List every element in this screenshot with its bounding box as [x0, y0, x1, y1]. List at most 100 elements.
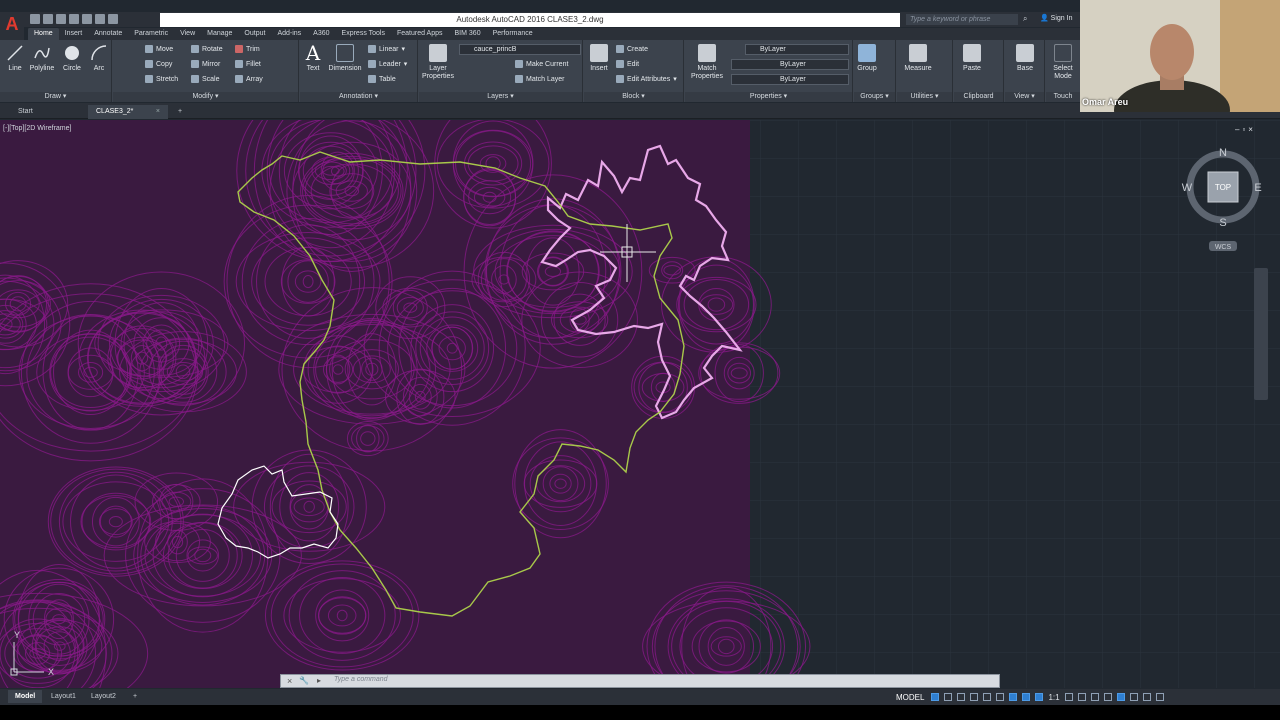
- tab-home[interactable]: Home: [28, 28, 59, 40]
- block-panel-title[interactable]: Block ▾: [584, 92, 683, 102]
- line-button[interactable]: Line: [4, 44, 26, 73]
- properties-panel-title[interactable]: Properties ▾: [685, 92, 852, 102]
- utilities-panel-title[interactable]: Utilities ▾: [897, 92, 952, 102]
- model-space-toggle[interactable]: MODEL: [894, 693, 926, 702]
- dimension-button[interactable]: Dimension: [326, 44, 364, 73]
- command-line[interactable]: × 🔧 ▸: [280, 674, 1000, 688]
- edit-attributes-button[interactable]: Edit Attributes ▾: [616, 75, 677, 83]
- match-properties-button[interactable]: Match Properties: [687, 44, 727, 81]
- tab-start[interactable]: Start: [10, 105, 41, 119]
- linetype-dropdown[interactable]: ByLayer: [731, 59, 849, 70]
- save-as-icon[interactable]: [69, 14, 79, 24]
- undo-icon[interactable]: [95, 14, 105, 24]
- measure-button[interactable]: Measure: [901, 44, 935, 73]
- compass-s[interactable]: S: [1219, 217, 1226, 229]
- polar-toggle-icon[interactable]: [970, 693, 979, 701]
- polyline-button[interactable]: Polyline: [27, 44, 57, 73]
- fillet-button[interactable]: Fillet: [235, 60, 261, 68]
- command-input[interactable]: Type a command: [334, 676, 388, 683]
- customization-icon[interactable]: [1155, 693, 1164, 701]
- tab-insert[interactable]: Insert: [59, 28, 89, 40]
- new-tab-button[interactable]: +: [170, 105, 190, 119]
- arc-button[interactable]: Arc: [88, 44, 110, 73]
- layer-properties-button[interactable]: Layer Properties: [421, 44, 455, 81]
- lineweight-dropdown[interactable]: ByLayer: [731, 74, 849, 85]
- isodraft-toggle-icon[interactable]: [983, 693, 992, 701]
- compass-e[interactable]: E: [1254, 182, 1261, 194]
- tab-bim-360[interactable]: BIM 360: [449, 28, 487, 40]
- workspace-gear-icon[interactable]: [1064, 693, 1073, 701]
- isolate-objects-icon[interactable]: [1116, 693, 1125, 701]
- modify-panel-title[interactable]: Modify ▾: [113, 92, 298, 102]
- tab-performance[interactable]: Performance: [487, 28, 539, 40]
- move-button[interactable]: Move: [145, 45, 173, 53]
- table-button[interactable]: Table: [368, 75, 396, 83]
- print-icon[interactable]: [82, 14, 92, 24]
- insert-button[interactable]: Insert: [586, 44, 612, 73]
- new-icon[interactable]: [30, 14, 40, 24]
- paste-button[interactable]: Paste: [960, 44, 984, 73]
- groups-panel-title[interactable]: Groups ▾: [854, 92, 895, 102]
- viewport-controls[interactable]: [-][Top][2D Wireframe]: [3, 125, 71, 132]
- drawing-svg[interactable]: Y X: [0, 120, 1280, 688]
- annotation-monitor-icon[interactable]: [1077, 693, 1086, 701]
- units-icon[interactable]: [1090, 693, 1099, 701]
- group-button[interactable]: Group: [856, 44, 878, 73]
- text-button[interactable]: A Text: [302, 43, 324, 73]
- application-menu-button[interactable]: A: [0, 12, 24, 40]
- scale-button[interactable]: Scale: [191, 75, 220, 83]
- match-layer-button[interactable]: Match Layer: [515, 75, 565, 83]
- annotation-visibility-icon[interactable]: [1022, 693, 1031, 701]
- circle-button[interactable]: Circle: [60, 44, 84, 73]
- redo-icon[interactable]: [108, 14, 118, 24]
- stretch-button[interactable]: Stretch: [145, 75, 178, 83]
- save-icon[interactable]: [56, 14, 66, 24]
- wrench-icon[interactable]: 🔧: [299, 676, 309, 685]
- grid-toggle-icon[interactable]: [931, 693, 940, 701]
- snap-toggle-icon[interactable]: [944, 693, 953, 701]
- tab-output[interactable]: Output: [238, 28, 271, 40]
- mirror-button[interactable]: Mirror: [191, 60, 220, 68]
- quick-properties-icon[interactable]: [1103, 693, 1112, 701]
- tab-layout1[interactable]: Layout1: [44, 690, 83, 703]
- osnap-toggle-icon[interactable]: [1009, 693, 1018, 701]
- rotate-button[interactable]: Rotate: [191, 45, 223, 53]
- tab-add-ins[interactable]: Add-ins: [271, 28, 307, 40]
- edit-block-button[interactable]: Edit: [616, 60, 639, 68]
- make-current-button[interactable]: Make Current: [515, 60, 568, 68]
- drawing-window-controls[interactable]: –▫×: [1235, 125, 1256, 134]
- viewcube[interactable]: TOP N S E W WCS: [1180, 140, 1270, 260]
- add-layout-button[interactable]: +: [126, 690, 144, 703]
- hardware-acceleration-icon[interactable]: [1129, 693, 1138, 701]
- select-mode-button[interactable]: Select Mode: [1048, 44, 1078, 81]
- navigation-bar[interactable]: [1254, 268, 1268, 400]
- search-input[interactable]: Type a keyword or phrase: [906, 14, 1018, 25]
- tab-model[interactable]: Model: [8, 690, 43, 703]
- tab-a360[interactable]: A360: [307, 28, 335, 40]
- open-icon[interactable]: [43, 14, 53, 24]
- tab-express-tools[interactable]: Express Tools: [336, 28, 391, 40]
- tab-featured-apps[interactable]: Featured Apps: [391, 28, 449, 40]
- color-dropdown[interactable]: ByLayer: [745, 44, 849, 55]
- sign-in-button[interactable]: 👤 Sign In: [1040, 14, 1072, 22]
- clean-screen-icon[interactable]: [1142, 693, 1151, 701]
- close-icon[interactable]: ×: [287, 676, 292, 686]
- compass-n[interactable]: N: [1219, 147, 1227, 159]
- drawing-canvas[interactable]: Y X: [0, 120, 1280, 688]
- copy-button[interactable]: Copy: [145, 60, 172, 68]
- draw-panel-title[interactable]: Draw ▾: [0, 92, 111, 102]
- tab-parametric[interactable]: Parametric: [128, 28, 174, 40]
- close-tab-icon[interactable]: ×: [156, 105, 160, 118]
- clipboard-panel-title[interactable]: Clipboard: [954, 92, 1003, 102]
- array-button[interactable]: Array: [235, 75, 263, 83]
- layer-dropdown[interactable]: cauce_princB: [459, 44, 581, 55]
- base-button[interactable]: Base: [1013, 44, 1037, 73]
- leader-button[interactable]: Leader ▾: [368, 60, 407, 68]
- trim-button[interactable]: Trim: [235, 45, 260, 53]
- compass-w[interactable]: W: [1182, 182, 1193, 194]
- annotation-panel-title[interactable]: Annotation ▾: [300, 92, 417, 102]
- linear-button[interactable]: Linear ▾: [368, 45, 405, 53]
- tab-layout2[interactable]: Layout2: [84, 690, 123, 703]
- view-panel-title[interactable]: View ▾: [1005, 92, 1044, 102]
- binoculars-icon[interactable]: ⌕: [1023, 14, 1027, 24]
